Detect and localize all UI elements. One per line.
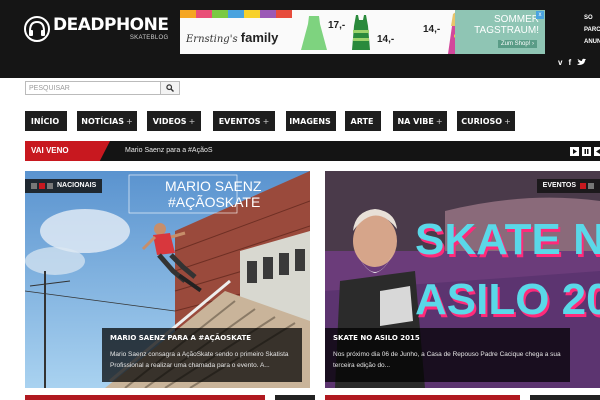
header-link[interactable]: ANUN: [584, 36, 600, 48]
ad-price: 14,-: [377, 34, 395, 45]
site-logo[interactable]: DEADPHONE SKATEBLOG: [24, 15, 169, 42]
nav-item-na-vibe[interactable]: NA VIBE +: [393, 111, 447, 131]
vimeo-icon[interactable]: v: [558, 58, 562, 68]
nav-item-curioso[interactable]: CURIOSO +: [457, 111, 515, 131]
card-caption: MARIO SAENZ PARA A #AÇÃOSKATE Mario Saen…: [102, 328, 302, 382]
featured-card[interactable]: MARIO SAENZ #AÇÃOSKATE NACIONAIS MARIO S…: [25, 171, 310, 388]
site-header: DEADPHONE SKATEBLOG Ernsting's family 17…: [0, 0, 600, 78]
card-excerpt: Nos próximo dia 06 de Junho, a Casa de R…: [333, 351, 561, 369]
nav-item-eventos[interactable]: EVENTOS +: [213, 111, 275, 131]
card-caption: SKATE NO ASILO 2015 Nos próximo dia 06 d…: [325, 328, 570, 382]
ad-price: 17,-: [328, 20, 346, 31]
ticker-headline[interactable]: Mario Saenz para a #AçãoS: [125, 141, 213, 161]
pause-icon: [584, 149, 589, 154]
header-links: SO PARCE ANUN: [584, 12, 600, 48]
ad-brand: Ernsting's family: [186, 30, 278, 45]
ticker-pause-button[interactable]: [582, 147, 591, 156]
ticker-prev-button[interactable]: [594, 147, 600, 156]
nav-item-inicio[interactable]: INÍCIO: [25, 111, 67, 131]
facebook-icon[interactable]: f: [568, 58, 571, 68]
card-image-text: SKATE NO: [415, 215, 600, 264]
ad-promo-title: SOMMER TAGSTRAUM!: [474, 14, 539, 36]
next-row-edge: [325, 395, 520, 400]
search-input[interactable]: [25, 81, 161, 95]
slider-dots: [31, 183, 53, 189]
category-badge[interactable]: NACIONAIS: [25, 179, 103, 193]
ad-brand-bold: family: [240, 30, 279, 45]
nav-item-imagens[interactable]: IMAGENS: [286, 111, 336, 131]
news-ticker: VAI VENO Mario Saenz para a #AçãoS: [25, 141, 600, 161]
nav-item-videos[interactable]: VIDEOS +: [147, 111, 201, 131]
slider-dots: [580, 183, 594, 189]
header-link[interactable]: SO: [584, 12, 600, 24]
logo-title: DEADPHONE: [53, 15, 169, 35]
ad-shop-button[interactable]: Zum Shop! ›: [497, 40, 537, 48]
card-excerpt: Mario Saenz consagra a AçãoSkate sendo o…: [110, 351, 289, 369]
ad-color-stripes: [180, 10, 292, 18]
header-link[interactable]: PARCE: [584, 24, 600, 36]
social-links: v f: [558, 58, 587, 68]
ad-promo[interactable]: SOMMER TAGSTRAUM! Zum Shop! ›: [455, 10, 545, 54]
ad-close-button[interactable]: x: [536, 11, 544, 19]
ad-price: 14,-: [423, 24, 441, 35]
ticker-next-button[interactable]: [570, 147, 579, 156]
search-button[interactable]: [161, 81, 180, 95]
play-icon: [573, 149, 577, 154]
next-row-edge: [275, 395, 315, 400]
category-badge[interactable]: EVENTOS: [536, 179, 600, 193]
card-title[interactable]: MARIO SAENZ PARA A #AÇÃOSKATE: [110, 334, 294, 342]
featured-card[interactable]: SKATE NO SKATE NO ASILO 2015 ASILO 2015 …: [325, 171, 600, 388]
card-title[interactable]: SKATE NO ASILO 2015: [333, 334, 562, 342]
dress-icon: [301, 16, 327, 50]
ticker-label: VAI VENO: [25, 141, 110, 161]
search-icon: [166, 84, 174, 92]
ad-brand-script: Ernsting's: [186, 34, 238, 45]
card-image-text: ASILO 2015: [415, 275, 600, 324]
nav-item-arte[interactable]: ARTE: [345, 111, 381, 131]
arrow-icon: [596, 149, 600, 154]
next-row-edge: [25, 395, 265, 400]
twitter-icon[interactable]: [577, 58, 587, 68]
nav-item-noticias[interactable]: NOTÍCIAS +: [77, 111, 137, 131]
logo-subtitle: SKATEBLOG: [129, 35, 169, 41]
ad-banner[interactable]: Ernsting's family 17,- 14,- 14,- SOMMER …: [180, 10, 545, 54]
card-image-text: #AÇÃOSKATE: [168, 194, 260, 210]
tank-top-icon: [352, 15, 370, 50]
headphones-icon: [24, 16, 50, 42]
card-image-text: MARIO SAENZ: [165, 178, 262, 194]
search-bar: [25, 81, 180, 95]
next-row-edge: [530, 395, 600, 400]
